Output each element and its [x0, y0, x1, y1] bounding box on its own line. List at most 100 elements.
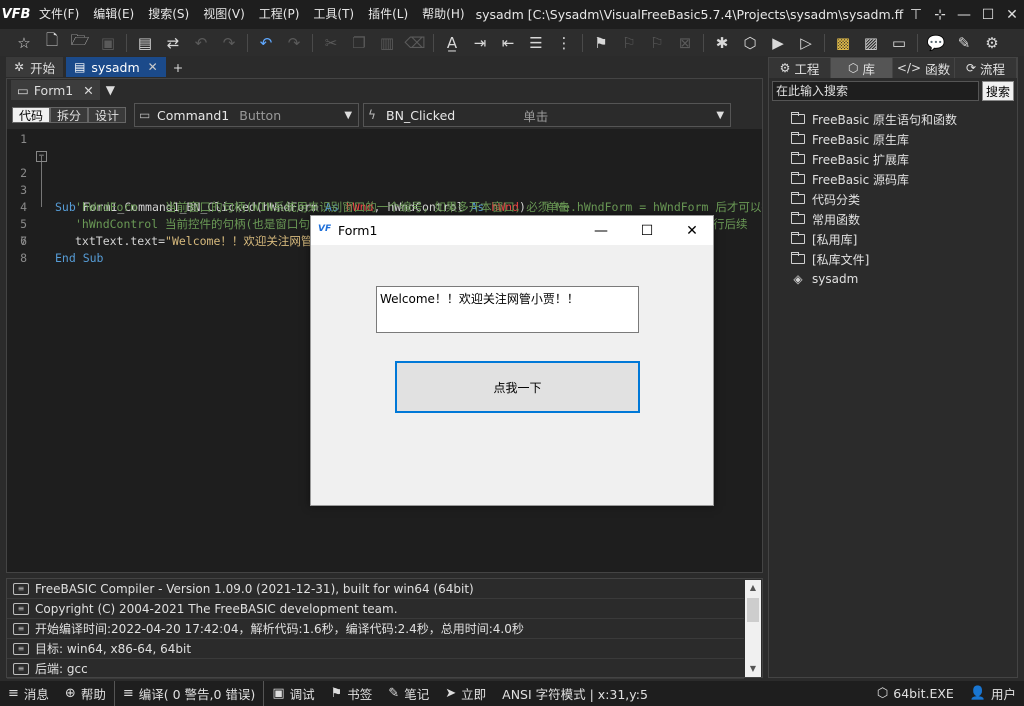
settings-icon[interactable]: ⚙ [981, 32, 1003, 54]
scroll-down-icon[interactable]: ▼ [745, 661, 761, 677]
status-immediate[interactable]: ➤ 立即 [437, 681, 494, 706]
maximize-button[interactable]: ☐ [976, 0, 1000, 29]
cube-icon[interactable]: ⬡ [739, 32, 761, 54]
tab-project[interactable]: ⚙ 工程 [769, 58, 831, 78]
status-user[interactable]: 👤 用户 [962, 681, 1024, 706]
copy-icon[interactable]: ❐ [348, 32, 370, 54]
tab-flow[interactable]: ⟳ 流程 [955, 58, 1017, 78]
menu-search[interactable]: 搜索(S) [141, 0, 196, 29]
tab-start[interactable]: ✲ 开始 [6, 57, 64, 77]
view-split-button[interactable]: 拆分 [50, 107, 89, 123]
next-bookmark-icon[interactable]: ⚐ [646, 32, 668, 54]
status-bookmark[interactable]: ⚑ 书签 [323, 681, 381, 706]
code-line: 2 − Sub Form1_Command1_BN_Clicked(hWndFo… [7, 148, 570, 214]
tab-library[interactable]: ⬡ 库 [831, 58, 893, 78]
menu-edit[interactable]: 编辑(E) [86, 0, 141, 29]
output-line: ≡ Copyright (C) 2004-2021 The FreeBASIC d… [7, 599, 744, 619]
redo-blue-icon[interactable]: ↷ [283, 32, 305, 54]
tab-sysadm[interactable]: ▤ sysadm ✕ [66, 57, 166, 77]
menu-plugins[interactable]: 插件(L) [361, 0, 415, 29]
new-tab-button[interactable]: + [169, 57, 187, 77]
tab-dropdown-icon[interactable]: ▼ [106, 83, 115, 97]
output-scrollbar[interactable]: ▲ ▼ [745, 580, 761, 677]
tree-item[interactable]: 代码分类 [769, 189, 1017, 209]
minimize-button[interactable]: — [578, 216, 624, 245]
tree-item[interactable]: FreeBasic 原生库 [769, 129, 1017, 149]
new-file-icon[interactable]: 🗋 [41, 31, 63, 54]
click-me-button[interactable]: 点我一下 [395, 361, 640, 413]
tree-item[interactable]: FreeBasic 源码库 [769, 169, 1017, 189]
folder-icon[interactable]: ▭ [888, 32, 910, 54]
message-icon: ≡ [13, 622, 29, 635]
palette-icon[interactable]: ✎ [953, 32, 975, 54]
toolbar-separator [126, 33, 127, 52]
menu-project[interactable]: 工程(P) [252, 0, 307, 29]
view-design-button[interactable]: 设计 [88, 107, 127, 123]
play-outline-icon[interactable]: ▷ [795, 32, 817, 54]
uncomment-icon[interactable]: ⋮ [553, 32, 575, 54]
output-line: ≡ 后端: gcc [7, 659, 744, 679]
close-button[interactable]: ✕ [1000, 0, 1024, 29]
delete-icon[interactable]: ⌫ [404, 32, 426, 54]
bookmark-flag-icon[interactable]: ⚑ [590, 32, 612, 54]
star-icon[interactable]: ☆ [13, 32, 35, 54]
open-folder-icon[interactable]: 🗁 [69, 31, 91, 54]
tree-item[interactable]: [私用库] [769, 229, 1017, 249]
save-icon[interactable]: ▣ [97, 32, 119, 54]
tree-item[interactable]: 常用函数 [769, 209, 1017, 229]
object-select[interactable]: ▭ Command1 Button ▼ [134, 103, 360, 127]
close-button[interactable]: ✕ [669, 216, 715, 245]
tree-item[interactable]: FreeBasic 扩展库 [769, 149, 1017, 169]
menu-file[interactable]: 文件(F) [32, 0, 86, 29]
print-preview-icon[interactable]: ▤ [134, 32, 156, 54]
close-tab-icon[interactable]: ✕ [83, 83, 93, 98]
shirt-icon[interactable]: ⊤ [904, 0, 928, 29]
outdent-icon[interactable]: ⇤ [497, 32, 519, 54]
minimize-button[interactable]: — [952, 0, 976, 29]
selector-row: 代码 拆分 设计 ▭ Command1 Button ▼ ϟ BN_Clicke… [7, 101, 762, 129]
fold-toggle-icon[interactable]: − [36, 151, 47, 162]
menu-view[interactable]: 视图(V) [196, 0, 252, 29]
status-compile[interactable]: ≡ 编译( 0 警告,0 错误) [113, 681, 265, 706]
status-debug[interactable]: ▣ 调试 [264, 681, 322, 706]
list-icon[interactable]: ☰ [525, 32, 547, 54]
status-notes[interactable]: ✎ 笔记 [380, 681, 437, 706]
tree-item[interactable]: FreeBasic 原生语句和函数 [769, 109, 1017, 129]
chat-icon[interactable]: 💬 [925, 32, 947, 54]
view-code-button[interactable]: 代码 [12, 107, 51, 123]
tab-form1[interactable]: ▭ Form1 ✕ [11, 80, 100, 100]
undo-blue-icon[interactable]: ↶ [255, 32, 277, 54]
image-icon[interactable]: ▨ [860, 32, 882, 54]
bug-icon[interactable]: ✱ [711, 32, 733, 54]
status-target[interactable]: ⬡ 64bit.EXE [869, 681, 962, 706]
app-logo: VFB [1, 7, 31, 22]
scroll-thumb[interactable] [747, 598, 759, 622]
text-field[interactable]: Welcome！！欢迎关注网管小贾！！ [376, 286, 639, 333]
status-help[interactable]: ⊕ 帮助 [57, 681, 114, 706]
search-button[interactable]: 搜索 [982, 81, 1014, 101]
pin-icon[interactable]: ⊹ [928, 0, 952, 29]
status-messages[interactable]: ≡ 消息 [0, 681, 57, 706]
redo-icon[interactable]: ↷ [218, 32, 240, 54]
close-tab-icon[interactable]: ✕ [148, 60, 158, 74]
cut-icon[interactable]: ✂ [320, 32, 342, 54]
run-icon[interactable]: ▶ [767, 32, 789, 54]
maximize-button[interactable]: ☐ [624, 216, 670, 245]
event-select[interactable]: ϟ BN_Clicked 单击 ▼ [363, 103, 732, 127]
menu-tools[interactable]: 工具(T) [306, 0, 361, 29]
tree-item[interactable]: ◈ sysadm [769, 269, 1017, 289]
search-input[interactable] [772, 81, 979, 101]
scroll-up-icon[interactable]: ▲ [745, 580, 761, 596]
indent-icon[interactable]: ⇥ [469, 32, 491, 54]
view-toggle: 代码 拆分 设计 [12, 107, 127, 123]
paste-icon[interactable]: ▥ [376, 32, 398, 54]
undo-icon[interactable]: ↶ [190, 32, 212, 54]
format-icon[interactable]: A̲ [441, 32, 463, 54]
prev-bookmark-icon[interactable]: ⚐ [618, 32, 640, 54]
menu-help[interactable]: 帮助(H) [415, 0, 471, 29]
clear-bookmark-icon[interactable]: ⊠ [674, 32, 696, 54]
package-icon[interactable]: ▩ [832, 32, 854, 54]
tab-functions[interactable]: </> 函数 [893, 58, 955, 78]
replace-icon[interactable]: ⇄ [162, 32, 184, 54]
tree-item[interactable]: [私库文件] [769, 249, 1017, 269]
